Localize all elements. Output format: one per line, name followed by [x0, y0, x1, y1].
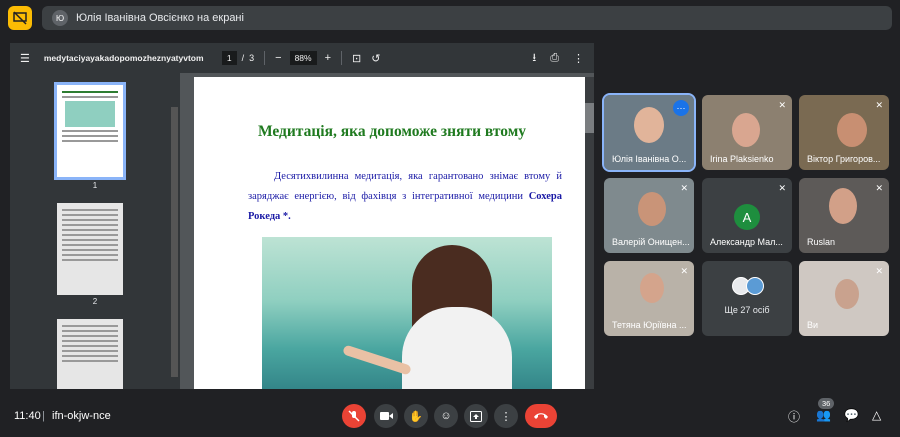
- others-count: Ще 27 осіб: [724, 305, 770, 315]
- pdf-toolbar: ☰ medytaciyayakadopomozheznyatyvtomu.p..…: [10, 43, 594, 73]
- camera-icon[interactable]: [374, 404, 398, 428]
- self-tile[interactable]: ✕ Ви: [799, 261, 889, 336]
- toolbar-divider: [264, 51, 266, 65]
- present-off-icon[interactable]: [8, 6, 32, 30]
- paragraph-text: Десятихвилинна медитація, яка гарантован…: [248, 171, 562, 202]
- download-icon[interactable]: ⭳: [532, 49, 536, 68]
- hamburger-menu-icon[interactable]: ☰: [20, 52, 30, 65]
- chat-icon[interactable]: 💬: [844, 408, 859, 422]
- mic-off-icon[interactable]: [342, 404, 366, 428]
- participant-tile[interactable]: ✕ Irina Plaksienko: [702, 95, 792, 170]
- participant-tile[interactable]: ✕ Віктор Григоров...: [799, 95, 889, 170]
- print-icon[interactable]: ⎙: [550, 52, 559, 65]
- participant-tile[interactable]: A ✕ Александр Мал...: [702, 178, 792, 253]
- pdf-filename: medytaciyayakadopomozheznyatyvtomu.p...: [43, 53, 204, 63]
- thumbnail-page-3[interactable]: [57, 319, 123, 389]
- presentation-bar: Ю Юлія Іванівна Овсієнко на екрані: [8, 6, 892, 30]
- mini-avatar: [746, 277, 764, 295]
- thumbnail-label: 1: [92, 181, 98, 190]
- thumbnail-sidebar: 1 2: [10, 73, 180, 389]
- thumbnail-scrollbar[interactable]: [171, 107, 178, 377]
- participant-name: Тетяна Юріївна ...: [612, 320, 687, 330]
- mic-off-icon: ✕: [875, 100, 883, 110]
- page-paragraph: Десятихвилинна медитація, яка гарантован…: [248, 167, 562, 227]
- page-view: Медитація, яка допоможе зняти втому Деся…: [180, 73, 594, 389]
- participant-name: Ви: [807, 320, 819, 330]
- emoji-icon[interactable]: ☺: [434, 404, 458, 428]
- mic-off-icon: ✕: [778, 183, 786, 193]
- more-options-icon[interactable]: ⋯: [673, 100, 689, 116]
- meditation-photo: [262, 237, 552, 389]
- participant-name: Віктор Григоров...: [807, 154, 881, 164]
- presenter-avatar: Ю: [52, 10, 68, 26]
- people-icon[interactable]: 👥: [816, 408, 831, 422]
- pdf-viewer: ☰ medytaciyayakadopomozheznyatyvtomu.p..…: [10, 43, 594, 389]
- page-title: Медитація, яка допоможе зняти втому: [257, 123, 527, 140]
- activities-icon[interactable]: △: [872, 408, 881, 422]
- zoom-in-icon[interactable]: +: [325, 52, 331, 64]
- photo-body: [402, 307, 512, 389]
- thumbnail-page-2[interactable]: [57, 203, 123, 295]
- participant-tile[interactable]: ✕ Валерій Онищен...: [604, 178, 694, 253]
- mic-off-icon: ✕: [680, 183, 688, 193]
- mic-off-icon: ✕: [778, 100, 786, 110]
- participant-name: Юлія Іванівна О...: [612, 154, 687, 164]
- rotate-icon[interactable]: ↺: [371, 52, 380, 65]
- page-separator: /: [241, 53, 245, 63]
- presenter-pill[interactable]: Ю Юлія Іванівна Овсієнко на екрані: [42, 6, 892, 30]
- participant-tile[interactable]: ⋯ Юлія Іванівна О...: [602, 93, 696, 172]
- thumbnail-page-1[interactable]: [54, 82, 126, 180]
- presenter-label: Юлія Іванівна Овсієнко на екрані: [76, 12, 244, 24]
- more-options-icon[interactable]: ⋮: [494, 404, 518, 428]
- participant-name: Irina Plaksienko: [710, 154, 774, 164]
- page-number-input[interactable]: 1: [221, 51, 237, 65]
- separator: |: [42, 410, 45, 422]
- participant-name: Ruslan: [807, 237, 836, 247]
- bottom-bar: 11:40 | ifn-okjw-nce ✋ ☺ ⋮ ⓘ 36 👥 💬 △: [0, 398, 900, 432]
- more-vert-icon[interactable]: ⋮: [573, 52, 584, 65]
- participant-name: Александр Мал...: [710, 237, 783, 247]
- info-icon[interactable]: ⓘ: [788, 408, 800, 425]
- zoom-input[interactable]: 88%: [289, 51, 317, 65]
- end-call-icon[interactable]: [525, 404, 557, 428]
- mic-off-icon: ✕: [875, 266, 883, 276]
- meeting-code: ifn-okjw-nce: [52, 410, 111, 422]
- pdf-page: Медитація, яка допоможе зняти втому Деся…: [194, 77, 590, 389]
- mic-off-icon: ✕: [680, 266, 688, 276]
- raise-hand-icon[interactable]: ✋: [404, 404, 428, 428]
- participant-avatar: A: [734, 204, 760, 230]
- participant-name: Валерій Онищен...: [612, 237, 690, 247]
- toolbar-divider: [341, 51, 343, 65]
- zoom-out-icon[interactable]: −: [275, 52, 281, 64]
- participant-tile[interactable]: ✕ Ruslan: [799, 178, 889, 253]
- thumbnail-label: 2: [92, 297, 98, 306]
- others-tile[interactable]: Ще 27 осіб: [702, 261, 792, 336]
- present-now-icon[interactable]: [464, 404, 488, 428]
- mic-off-icon: ✕: [875, 183, 883, 193]
- clock: 11:40: [14, 410, 41, 422]
- fit-page-icon[interactable]: ⊡: [352, 52, 361, 65]
- participant-tile[interactable]: ✕ Тетяна Юріївна ...: [604, 261, 694, 336]
- page-scrollbar[interactable]: [585, 77, 594, 389]
- total-pages: 3: [249, 53, 255, 63]
